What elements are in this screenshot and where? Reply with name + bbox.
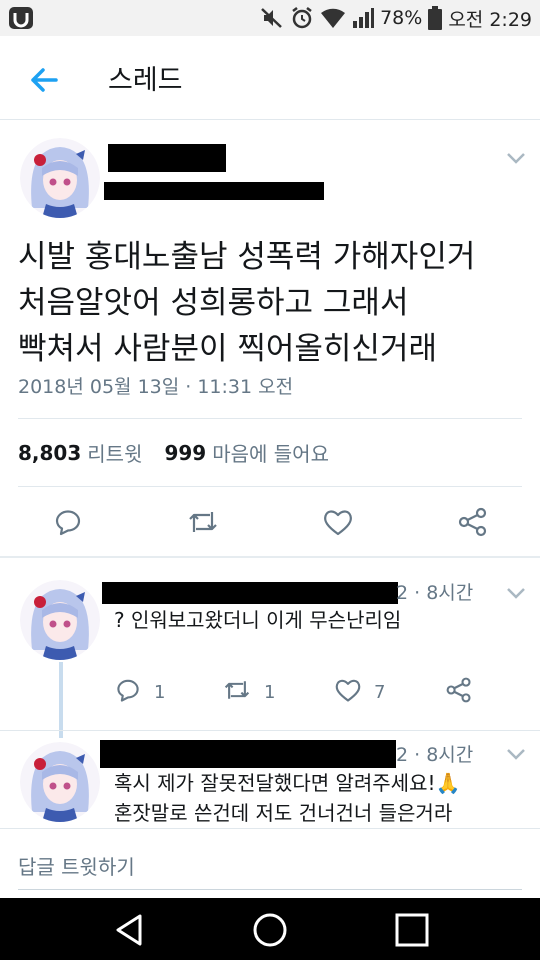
battery-icon: [428, 6, 443, 30]
reply-icon[interactable]: [52, 506, 84, 542]
like-count: 999: [164, 440, 207, 465]
redacted-display-name: [108, 144, 226, 172]
reply-share-action[interactable]: [444, 676, 474, 709]
chevron-down-icon[interactable]: [505, 746, 527, 760]
battery-percent: 78%: [380, 7, 423, 29]
mute-icon: [260, 7, 284, 29]
reply-reply-action[interactable]: 1: [114, 676, 165, 709]
reply-retweet-count: 1: [264, 682, 276, 703]
reply-text: 혹시 제가 잘못전달했다면 알려주세요!🙏 혼잣말로 쓴건데 저도 건너건너 들…: [114, 771, 461, 825]
divider: [18, 486, 522, 487]
reply-composer[interactable]: 답글 트윗하기: [0, 828, 540, 898]
retweet-icon[interactable]: [222, 676, 252, 709]
divider: [18, 418, 522, 419]
page-title: 스레드: [108, 65, 183, 96]
reply-input-placeholder[interactable]: 답글 트윗하기: [18, 851, 135, 880]
like-icon[interactable]: [322, 506, 354, 542]
clock: 오전 2:29: [448, 8, 532, 31]
share-icon[interactable]: [456, 506, 490, 542]
thread-line: [59, 662, 63, 738]
back-arrow-icon[interactable]: [26, 62, 62, 98]
tweet-stats: 8,803 리트윗 999 마음에 들어요: [18, 438, 329, 467]
retweet-count: 8,803: [18, 440, 82, 465]
nav-home-icon[interactable]: [250, 910, 290, 950]
redacted-reply-author: [100, 740, 396, 768]
retweet-icon[interactable]: [186, 506, 220, 542]
system-nav-bar: [0, 898, 540, 960]
status-bar: 78% 오전 2:29: [0, 0, 540, 36]
reply-reply-count: 1: [154, 682, 166, 703]
chevron-down-icon[interactable]: [505, 585, 527, 599]
reply-like-action[interactable]: 7: [334, 676, 385, 709]
avatar[interactable]: [20, 138, 100, 218]
signal-icon: [352, 7, 375, 29]
wifi-icon: [320, 7, 346, 29]
share-icon[interactable]: [444, 676, 474, 709]
retweet-label[interactable]: 리트윗: [87, 438, 142, 467]
chevron-down-icon[interactable]: [505, 150, 527, 164]
reply-text: ? 인워보고왔더니 이게 무슨난리임: [114, 608, 402, 632]
reply-time: 2 · 8시간: [396, 582, 474, 604]
redacted-username: [104, 182, 324, 200]
app-logo-icon: [8, 6, 34, 34]
like-label[interactable]: 마음에 들어요: [212, 438, 329, 467]
reply-avatar[interactable]: [20, 742, 100, 822]
tweet-text: 시발 홍대노출남 성폭력 가해자인거 처음알앗어 성희롱하고 그래서 빡쳐서 사…: [18, 239, 476, 367]
nav-recents-icon[interactable]: [392, 910, 432, 950]
reply-time: 2 · 8시간: [396, 744, 474, 766]
reply-retweet-action[interactable]: 1: [222, 676, 275, 709]
reply-input-underline: [18, 889, 522, 890]
reply-like-count: 7: [374, 682, 386, 703]
redacted-reply-author: [102, 582, 398, 604]
reply-avatar[interactable]: [20, 580, 100, 660]
reply-icon[interactable]: [114, 676, 142, 709]
like-icon[interactable]: [334, 676, 362, 709]
alarm-icon: [290, 6, 314, 30]
nav-back-icon[interactable]: [110, 910, 150, 950]
tweet-timestamp: 2018년 05월 13일 · 11:31 오전: [18, 376, 294, 398]
divider: [0, 556, 540, 558]
divider: [0, 730, 540, 731]
app-bar: 스레드: [0, 36, 540, 120]
